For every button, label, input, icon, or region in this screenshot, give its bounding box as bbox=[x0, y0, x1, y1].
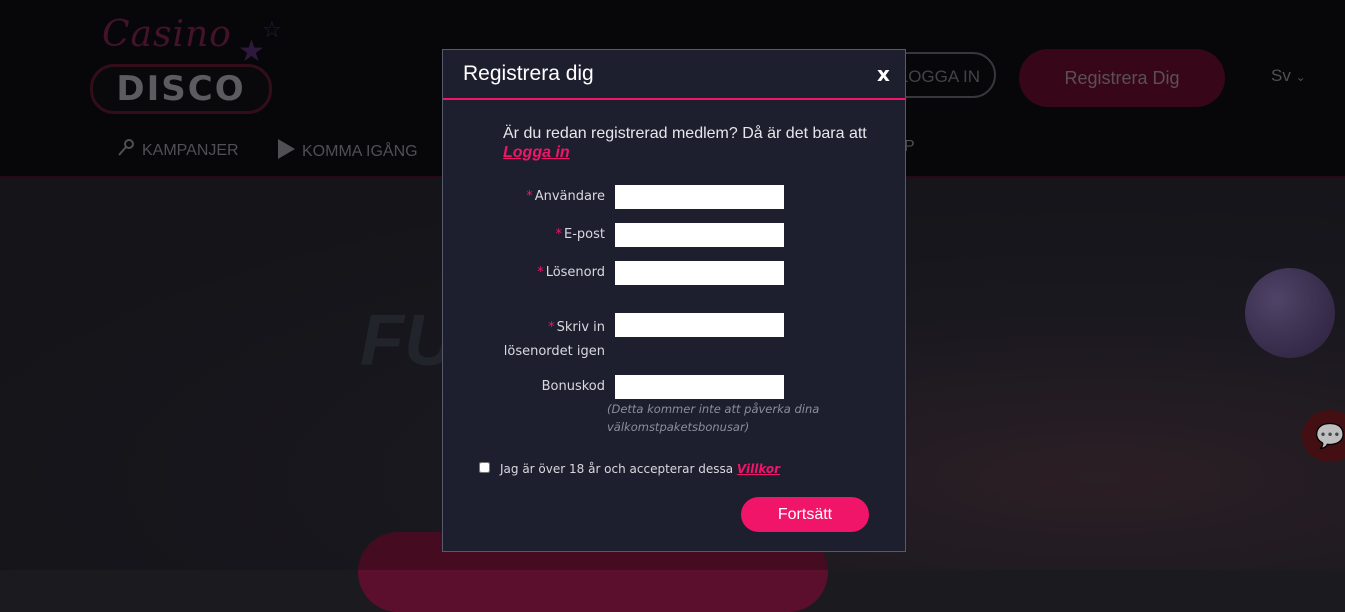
close-icon[interactable]: x bbox=[877, 62, 890, 86]
bonus-code-hint: (Detta kommer inte att påverka dina välk… bbox=[607, 402, 820, 434]
registration-modal: Registrera dig x Är du redan registrerad… bbox=[442, 49, 906, 552]
login-prompt: Är du redan registrerad medlem? Då är de… bbox=[503, 124, 898, 162]
password-label: * Lösenord bbox=[537, 265, 605, 280]
repeat-password-label: * Skriv in lösenordet igen bbox=[503, 320, 605, 359]
login-link[interactable]: Logga in bbox=[503, 144, 570, 161]
required-mark: * bbox=[537, 265, 544, 280]
required-mark: * bbox=[526, 189, 533, 204]
terms-checkbox[interactable] bbox=[479, 462, 490, 473]
password-input[interactable] bbox=[615, 261, 784, 285]
bonus-code-label: Bonuskod bbox=[541, 379, 605, 394]
modal-title: Registrera dig bbox=[463, 62, 594, 85]
terms-label: Jag är över 18 år och accepterar dessa V… bbox=[500, 462, 781, 476]
modal-header: Registrera dig x bbox=[443, 50, 905, 100]
bonus-code-input[interactable] bbox=[615, 375, 784, 399]
continue-button[interactable]: Fortsätt bbox=[741, 497, 869, 532]
login-prompt-text: Är du redan registrerad medlem? Då är de… bbox=[503, 125, 867, 142]
email-input[interactable] bbox=[615, 223, 784, 247]
repeat-password-input[interactable] bbox=[615, 313, 784, 337]
terms-link[interactable]: Villkor bbox=[737, 462, 780, 476]
required-mark: * bbox=[548, 320, 555, 335]
username-label: * Användare bbox=[526, 189, 605, 204]
required-mark: * bbox=[555, 227, 563, 242]
email-label: * E-post bbox=[555, 227, 605, 242]
username-input[interactable] bbox=[615, 185, 784, 209]
